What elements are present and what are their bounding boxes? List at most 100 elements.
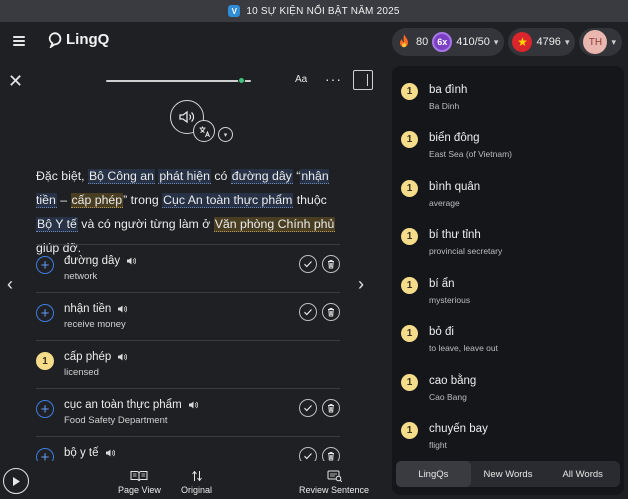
lesson-progress-slider[interactable] xyxy=(106,77,251,84)
vocab-hint: to leave, leave out xyxy=(429,343,498,353)
mark-known-check-icon[interactable] xyxy=(299,303,317,321)
speaker-icon xyxy=(179,110,195,124)
word-term: bộ y tế xyxy=(64,447,115,459)
avatar: TH xyxy=(583,30,608,54)
vocab-hint: Ba Dinh xyxy=(429,101,460,111)
swap-arrows-icon xyxy=(191,470,202,482)
passage-word-lingq[interactable]: phát hiện xyxy=(158,169,211,184)
add-lingq-plus-icon[interactable]: + xyxy=(36,400,54,418)
lingq-level-badge[interactable]: 1 xyxy=(401,83,418,100)
word-term: nhận tiền xyxy=(64,303,128,315)
lingq-level-badge[interactable]: 1 xyxy=(401,131,418,148)
ignore-trash-icon[interactable] xyxy=(322,399,340,417)
vocab-list-item[interactable]: 1 bỏ đi to leave, leave out xyxy=(392,314,624,362)
progress-knob[interactable] xyxy=(238,77,245,84)
lingq-level-badge[interactable]: 1 xyxy=(36,352,54,370)
sidebar-toggle-icon[interactable] xyxy=(353,70,373,90)
banner-text: 10 SỰ KIỆN NỔI BẬT NĂM 2025 xyxy=(246,5,400,17)
passage-word-lingq[interactable]: đường dây xyxy=(230,169,293,184)
lingq-level-badge[interactable]: 1 xyxy=(401,180,418,197)
more-options-button[interactable]: ··· xyxy=(325,71,342,87)
vocab-list-item[interactable]: 1 chuyến bay flight xyxy=(392,411,624,459)
close-icon[interactable]: ✕ xyxy=(8,72,23,90)
vocab-term: bí thư tỉnh xyxy=(429,229,481,241)
streak-pill[interactable]: 80 6x 410/50 ▾ xyxy=(392,28,505,56)
mark-known-check-icon[interactable] xyxy=(299,399,317,417)
word-term: cục an toàn thực phẩm xyxy=(64,399,198,411)
original-label: Original xyxy=(181,485,213,495)
vocab-list-item[interactable]: 1 cao bằng Cao Bang xyxy=(392,363,624,411)
ignore-trash-icon[interactable] xyxy=(322,303,340,321)
page-view-button[interactable]: Page View xyxy=(118,470,161,495)
add-lingq-plus-icon[interactable]: + xyxy=(36,256,54,274)
word-hint: network xyxy=(64,271,98,282)
word-term-text: bộ y tế xyxy=(64,447,99,459)
open-book-icon xyxy=(130,471,148,482)
vocab-list-item[interactable]: 1 ba đình Ba Dinh xyxy=(392,72,624,120)
word-row[interactable]: + cục an toàn thực phẩm Food Safety Depa… xyxy=(36,388,340,436)
play-lesson-button[interactable] xyxy=(3,468,29,494)
vocab-hint: flight xyxy=(429,440,447,450)
speaker-icon[interactable] xyxy=(188,400,198,410)
passage-text: – xyxy=(56,193,71,207)
word-term-text: nhận tiền xyxy=(64,303,112,315)
passage-text: Đặc biệt, xyxy=(36,169,88,183)
review-sentence-label: Review Sentence xyxy=(299,485,370,495)
vocab-list-item[interactable]: 1 bình quân average xyxy=(392,169,624,217)
lesson-reader: ✕ Aa ··· ▾ Đặc biệt, Bộ Công an phát hiệ… xyxy=(0,62,388,499)
add-lingq-plus-icon[interactable]: + xyxy=(36,304,54,322)
chevron-down-icon: ▾ xyxy=(611,36,616,47)
lingq-level-badge[interactable]: 1 xyxy=(401,277,418,294)
mark-known-check-icon[interactable] xyxy=(299,255,317,273)
lingq-level-badge[interactable]: 1 xyxy=(401,422,418,439)
speaker-icon[interactable] xyxy=(126,256,137,266)
vocab-list-item[interactable]: 1 bí ẩn mysterious xyxy=(392,266,624,314)
hamburger-menu-icon[interactable] xyxy=(13,36,25,46)
translation-options-chevron-icon[interactable]: ▾ xyxy=(218,127,233,142)
lingq-level-badge[interactable]: 1 xyxy=(401,325,418,342)
reader-bottom-bar: Page View Original Review Sentence xyxy=(0,461,388,499)
tab-new-words[interactable]: New Words xyxy=(471,461,546,487)
lingq-logo[interactable]: LingQ xyxy=(48,31,109,48)
lingq-level-badge[interactable]: 1 xyxy=(401,374,418,391)
word-row[interactable]: + nhận tiền receive money xyxy=(36,292,340,340)
vietnam-flag-icon: ★ xyxy=(512,32,533,52)
tab-lingqs[interactable]: LingQs xyxy=(396,461,471,487)
streak-count: 80 xyxy=(416,36,429,48)
passage-text: thuộc xyxy=(293,193,327,207)
next-page-chevron-icon[interactable]: › xyxy=(358,274,364,295)
ignore-trash-icon[interactable] xyxy=(322,255,340,273)
vocab-term: bình quân xyxy=(429,181,481,193)
translate-sentence-button[interactable] xyxy=(193,120,215,142)
font-settings-button[interactable]: Aa xyxy=(295,74,307,85)
language-pill[interactable]: ★ 4796 ▾ xyxy=(508,28,576,56)
word-term: cấp phép xyxy=(64,351,128,363)
flame-icon xyxy=(400,34,409,48)
announcement-banner[interactable]: V 10 SỰ KIỆN NỔI BẬT NĂM 2025 xyxy=(0,0,628,22)
speaker-icon[interactable] xyxy=(117,352,128,362)
passage-word-known-lingq[interactable]: Văn phòng Chính phủ xyxy=(213,217,336,232)
translate-icon xyxy=(199,126,210,137)
review-sentence-button[interactable]: Review Sentence xyxy=(299,470,369,495)
news-logo-icon: V xyxy=(228,5,241,17)
passage-word-lingq[interactable]: Bộ Công an xyxy=(87,169,155,184)
vocab-term: bỏ đi xyxy=(429,326,454,338)
original-button[interactable]: Original xyxy=(181,470,212,495)
passage-text: có xyxy=(210,169,231,183)
tab-all-words[interactable]: All Words xyxy=(545,461,620,487)
passage-word-lingq[interactable]: Bộ Y tế xyxy=(36,217,78,232)
passage-word-known-lingq[interactable]: cấp phép xyxy=(70,193,124,208)
word-row[interactable]: 1 cấp phép licensed xyxy=(36,340,340,388)
top-bar: LingQ 80 6x 410/50 ▾ ★ 4796 ▾ TH ▾ xyxy=(0,22,628,62)
speaker-icon[interactable] xyxy=(117,304,128,314)
word-term-text: cấp phép xyxy=(64,351,112,363)
profile-pill[interactable]: TH ▾ xyxy=(579,28,622,56)
lingq-level-badge[interactable]: 1 xyxy=(401,228,418,245)
vocab-list-item[interactable]: 1 biển đông East Sea (of Vietnam) xyxy=(392,120,624,168)
speaker-icon[interactable] xyxy=(105,448,115,458)
word-row[interactable]: + đường dây network xyxy=(36,244,340,292)
vocab-list-item[interactable]: 1 bí thư tỉnh provincial secretary xyxy=(392,217,624,265)
passage-word-lingq[interactable]: Cục An toàn thực phẩm xyxy=(162,193,294,208)
chevron-down-icon: ▾ xyxy=(493,36,499,47)
previous-page-chevron-icon[interactable]: ‹ xyxy=(7,274,13,295)
